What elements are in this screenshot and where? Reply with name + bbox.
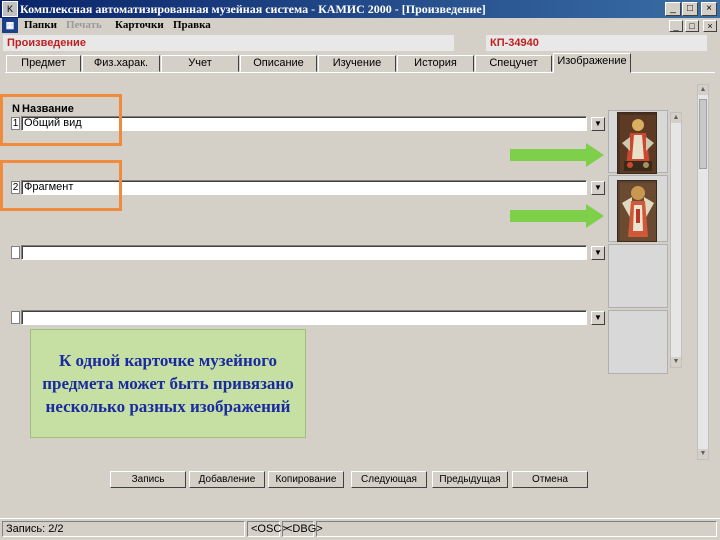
tab-accounting[interactable]: Учет [161,55,239,72]
add-button[interactable]: Добавление [189,471,265,488]
menu-cards[interactable]: Карточки [115,19,164,31]
image-thumbnail-slot[interactable] [608,244,668,308]
tab-image[interactable]: Изображение [553,53,631,73]
main-scrollbar[interactable]: ▲ ▼ [697,84,709,460]
save-button[interactable]: Запись [110,471,186,488]
row-number [11,311,20,324]
arrow-icon [510,204,604,231]
object-type-field: Произведение [3,35,454,51]
minimize-button[interactable]: _ [665,2,681,16]
record-counter: Запись: 2/2 [2,521,245,537]
menu-folders[interactable]: Папки [24,19,57,31]
tab-subject[interactable]: Предмет [6,55,81,72]
scroll-down-icon[interactable]: ▼ [698,449,708,459]
previous-button[interactable]: Предыдущая [432,471,508,488]
menu-print[interactable]: Печать [66,19,102,31]
mdi-minimize-button[interactable]: _ [669,20,683,32]
tab-history[interactable]: История [397,55,474,72]
download-icon[interactable]: ▼ [591,311,605,325]
highlight-box [0,160,122,211]
icon-image[interactable] [617,180,657,242]
image-thumbnail-slot[interactable] [608,310,668,374]
arrow-icon [510,143,604,170]
osc-indicator: <OSC> [247,521,288,537]
highlight-box [0,94,122,146]
next-button[interactable]: Следующая [351,471,427,488]
tab-physical[interactable]: Физ.харак. [82,55,160,72]
icon-image[interactable] [617,112,657,174]
scroll-down-icon[interactable]: ▼ [671,357,681,367]
thumbnail-scrollbar[interactable]: ▲ ▼ [670,112,682,368]
menu-edit[interactable]: Правка [173,19,211,31]
mdi-close-button[interactable]: × [703,20,717,32]
row-number [11,246,20,259]
app-icon[interactable]: K [2,1,18,17]
card-number-field: КП-34940 [486,35,707,51]
download-icon[interactable]: ▼ [591,181,605,195]
scroll-up-icon[interactable]: ▲ [671,113,681,123]
maximize-button[interactable]: □ [682,2,698,16]
callout-note: К одной карточке музейного предмета може… [30,329,306,438]
menu-bar: ▦ Папки Печать Карточки Правка [0,18,720,34]
close-button[interactable]: × [701,2,717,16]
mdi-restore-button[interactable]: □ [685,20,699,32]
tab-description[interactable]: Описание [240,55,317,72]
cancel-button[interactable]: Отмена [512,471,588,488]
download-icon[interactable]: ▼ [591,117,605,131]
image-name-input[interactable] [21,245,587,260]
tab-study[interactable]: Изучение [318,55,396,72]
tab-special[interactable]: Спецучет [475,55,552,72]
dbg-indicator: <DBG> [282,521,323,537]
copy-button[interactable]: Копирование [268,471,344,488]
scroll-thumb[interactable] [699,99,707,169]
image-name-input[interactable] [21,310,587,325]
status-message [316,521,717,537]
window-title: Комплексная автоматизированная музейная … [0,0,720,18]
scroll-up-icon[interactable]: ▲ [698,85,708,95]
document-icon[interactable]: ▦ [2,18,18,33]
download-icon[interactable]: ▼ [591,246,605,260]
